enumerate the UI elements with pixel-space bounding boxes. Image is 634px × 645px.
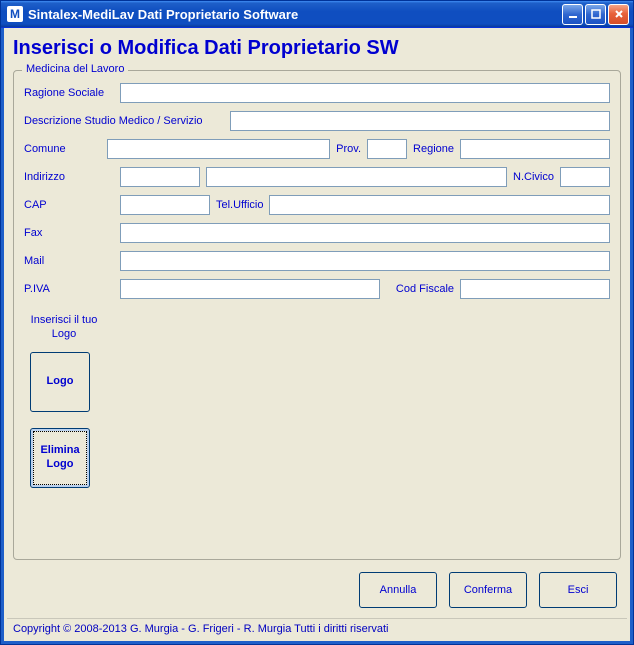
window-buttons bbox=[562, 4, 629, 25]
groupbox-legend: Medicina del Lavoro bbox=[22, 63, 128, 75]
input-comune[interactable] bbox=[107, 139, 330, 159]
label-comune: Comune bbox=[24, 143, 101, 155]
label-ncivico: N.Civico bbox=[513, 171, 554, 183]
input-mail[interactable] bbox=[120, 251, 610, 271]
input-indirizzo-b[interactable] bbox=[206, 167, 507, 187]
app-icon: M bbox=[7, 6, 23, 22]
input-cod-fiscale[interactable] bbox=[460, 279, 610, 299]
close-button[interactable] bbox=[608, 4, 629, 25]
footer-copyright: Copyright © 2008-2013 G. Murgia - G. Fri… bbox=[7, 618, 627, 641]
input-ragione-sociale[interactable] bbox=[120, 83, 610, 103]
label-ragione-sociale: Ragione Sociale bbox=[24, 87, 114, 99]
input-fax[interactable] bbox=[120, 223, 610, 243]
input-ncivico[interactable] bbox=[560, 167, 610, 187]
input-cap[interactable] bbox=[120, 195, 210, 215]
label-mail: Mail bbox=[24, 255, 114, 267]
label-inserisci-logo: Inserisci il tuo Logo bbox=[24, 313, 104, 342]
annulla-button[interactable]: Annulla bbox=[359, 572, 437, 608]
label-cod-fiscale: Cod Fiscale bbox=[396, 283, 454, 295]
esci-button[interactable]: Esci bbox=[539, 572, 617, 608]
input-tel-ufficio[interactable] bbox=[269, 195, 610, 215]
minimize-button[interactable] bbox=[562, 4, 583, 25]
elimina-logo-button[interactable]: Elimina Logo bbox=[30, 428, 90, 488]
label-tel-ufficio: Tel.Ufficio bbox=[216, 199, 263, 211]
maximize-button[interactable] bbox=[585, 4, 606, 25]
label-regione: Regione bbox=[413, 143, 454, 155]
logo-button[interactable]: Logo bbox=[30, 352, 90, 412]
label-cap: CAP bbox=[24, 199, 114, 211]
page-title: Inserisci o Modifica Dati Proprietario S… bbox=[7, 31, 627, 62]
label-indirizzo: Indirizzo bbox=[24, 171, 114, 183]
input-piva[interactable] bbox=[120, 279, 380, 299]
input-prov[interactable] bbox=[367, 139, 407, 159]
label-prov: Prov. bbox=[336, 143, 361, 155]
label-piva: P.IVA bbox=[24, 283, 114, 295]
input-indirizzo-a[interactable] bbox=[120, 167, 200, 187]
label-descrizione: Descrizione Studio Medico / Servizio bbox=[24, 115, 224, 127]
input-descrizione[interactable] bbox=[230, 111, 610, 131]
action-bar: Annulla Conferma Esci bbox=[7, 566, 627, 618]
conferma-button[interactable]: Conferma bbox=[449, 572, 527, 608]
app-window: M Sintalex-MediLav Dati Proprietario Sof… bbox=[0, 0, 634, 645]
input-regione[interactable] bbox=[460, 139, 610, 159]
client-area: Inserisci o Modifica Dati Proprietario S… bbox=[1, 28, 633, 644]
window-title: Sintalex-MediLav Dati Proprietario Softw… bbox=[28, 7, 562, 22]
groupbox-medicina: Medicina del Lavoro Ragione Sociale Desc… bbox=[13, 70, 621, 560]
titlebar: M Sintalex-MediLav Dati Proprietario Sof… bbox=[1, 1, 633, 28]
label-fax: Fax bbox=[24, 227, 114, 239]
